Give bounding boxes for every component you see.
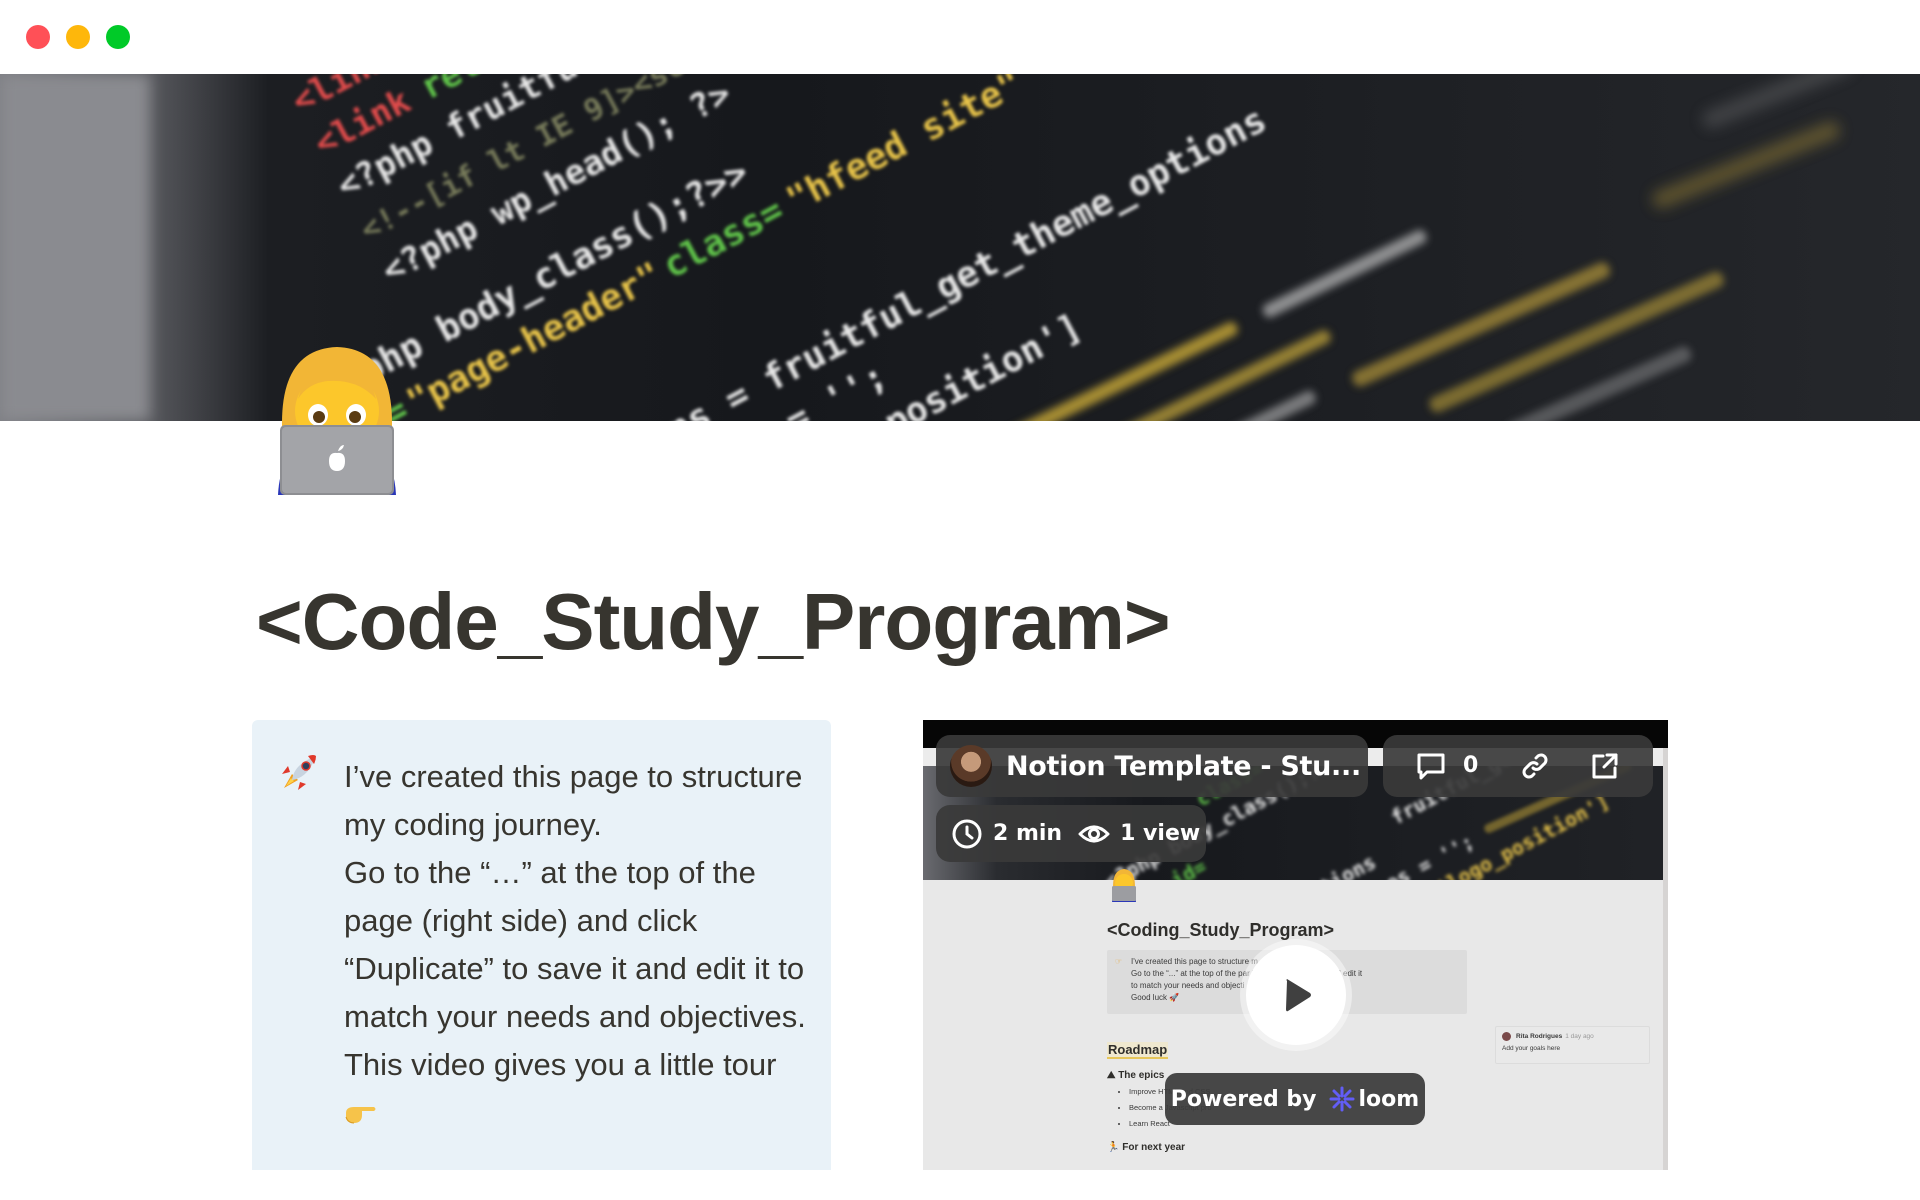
window-titlebar	[0, 0, 1920, 74]
svg-text:options: options	[1294, 850, 1380, 880]
loom-logo-icon	[1329, 1086, 1355, 1112]
video-views: 1 view	[1120, 821, 1201, 846]
video-preview-comment-author: Rita Rodrigues 1 day ago	[1516, 1033, 1594, 1040]
svg-text:"hfeed site": "hfeed site"	[780, 74, 1029, 221]
loom-video-embed[interactable]: <div id= <?php body_class();?> class= op…	[923, 720, 1668, 1170]
video-preview-woman-technologist-icon	[1109, 868, 1139, 902]
video-preview-epics-text: The epics	[1118, 1070, 1165, 1081]
video-preview-scrollbar	[1663, 748, 1668, 1170]
video-stats-bar: 2 min 1 view	[936, 805, 1206, 862]
window-minimize-button[interactable]	[66, 25, 90, 49]
video-preview-epics-heading: ⛰ The epics	[1107, 1070, 1165, 1081]
video-preview-comment-avatar	[1502, 1032, 1511, 1041]
page-icon-woman-technologist[interactable]	[268, 343, 406, 495]
play-button[interactable]	[1246, 945, 1346, 1045]
comment-icon[interactable]	[1415, 750, 1447, 782]
copy-link-icon[interactable]	[1519, 750, 1551, 782]
callout-text: I’ve created this page to structure my c…	[344, 753, 814, 1137]
open-external-icon[interactable]	[1589, 750, 1621, 782]
page-title[interactable]: <Code_Study_Program>	[256, 576, 1171, 668]
play-icon	[1286, 979, 1311, 1012]
backhand-pointing-right-icon	[344, 1093, 378, 1124]
callout-paragraph: This video gives you a little tour	[344, 1041, 814, 1137]
video-title-bar[interactable]: Notion Template - Stu...	[936, 735, 1368, 797]
creator-avatar[interactable]	[950, 745, 992, 787]
video-preview-next-year-text: For next year	[1122, 1142, 1186, 1153]
powered-by-loom-badge[interactable]: Powered by loom	[1165, 1073, 1425, 1125]
clock-icon	[951, 818, 983, 850]
comment-count[interactable]: 0	[1463, 750, 1478, 782]
video-preview-comment: Rita Rodrigues 1 day ago Add your goals h…	[1495, 1026, 1650, 1064]
video-preview-pointing-icon: ☞	[1115, 957, 1123, 966]
window-close-button[interactable]	[26, 25, 50, 49]
callout-paragraph-text: This video gives you a little tour	[344, 1047, 777, 1082]
callout-block[interactable]: I’ve created this page to structure my c…	[252, 720, 831, 1170]
video-preview-title: <Coding_Study_Program>	[1107, 920, 1335, 940]
callout-paragraph: I’ve created this page to structure my c…	[344, 759, 803, 842]
window-maximize-button[interactable]	[106, 25, 130, 49]
loom-wordmark: loom	[1358, 1086, 1420, 1112]
comment-time: 1 day ago	[1565, 1033, 1594, 1040]
video-preview-roadmap-heading: Roadmap	[1107, 1042, 1169, 1059]
video-preview-next-year-heading: 🏃 For next year	[1107, 1142, 1186, 1153]
woman-technologist-icon	[278, 347, 396, 495]
svg-text:options['logo_position']: options['logo_position']	[1347, 789, 1613, 880]
video-duration: 2 min	[993, 821, 1063, 846]
eye-icon	[1078, 818, 1110, 850]
powered-by-label: Powered by	[1170, 1086, 1317, 1112]
rocket-icon[interactable]	[278, 750, 322, 794]
callout-paragraph: Go to the “…” at the top of the page (ri…	[344, 855, 806, 1034]
video-preview-comment-text: Add your goals here	[1502, 1045, 1561, 1052]
comment-author-name: Rita Rodrigues	[1516, 1033, 1563, 1040]
video-actions-bar: 0	[1383, 735, 1653, 797]
video-title[interactable]: Notion Template - Stu...	[1006, 751, 1361, 782]
